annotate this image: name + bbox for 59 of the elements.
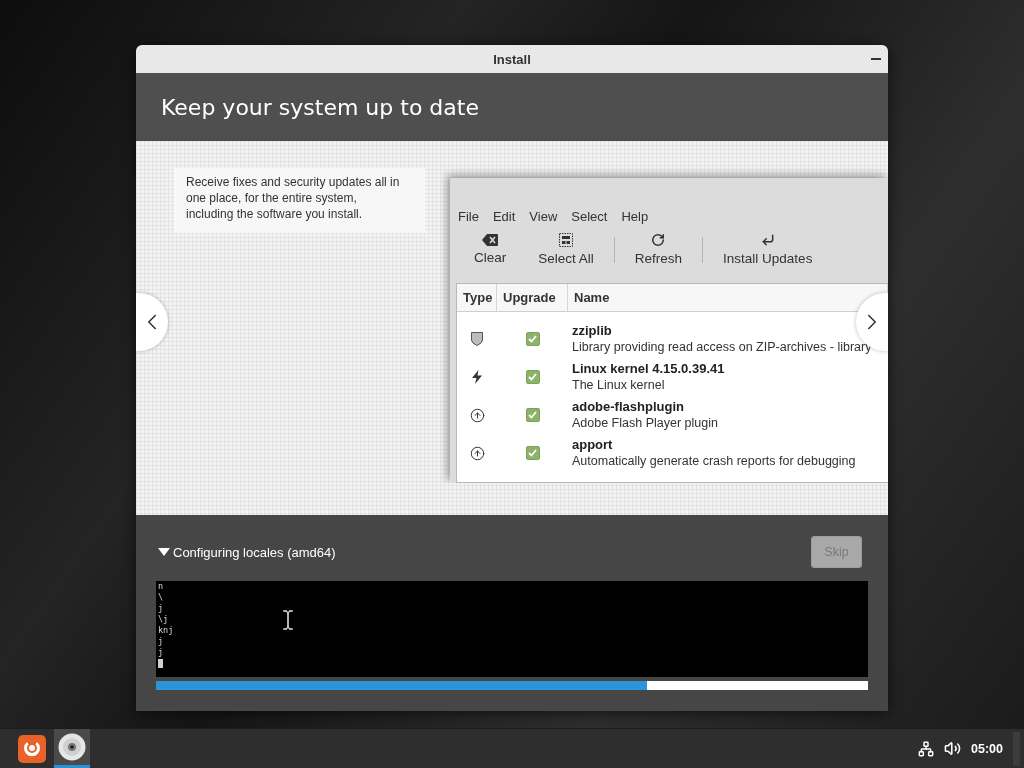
menu-item[interactable]: Edit bbox=[492, 208, 516, 226]
menu-item[interactable]: View bbox=[529, 208, 558, 226]
menu-item[interactable]: File bbox=[458, 208, 479, 226]
app-logo-icon bbox=[18, 734, 46, 763]
text-cursor-icon bbox=[282, 609, 294, 631]
toolbar-button[interactable]: Refresh bbox=[618, 233, 699, 266]
package-description: Adobe Flash Player plugin bbox=[572, 415, 719, 431]
terminal-line: \j bbox=[158, 614, 170, 625]
caret-icon bbox=[158, 548, 170, 556]
terminal-line: j bbox=[158, 603, 165, 614]
check-icon bbox=[528, 335, 537, 343]
lightning-icon bbox=[472, 370, 482, 384]
up-arrow-circle-icon bbox=[469, 445, 485, 461]
window-title: Install bbox=[493, 51, 531, 67]
package-name: Linux kernel 4.15.0.39.41 bbox=[572, 361, 726, 377]
package-description: The Linux kernel bbox=[572, 377, 666, 393]
up-arrow-circle-icon bbox=[469, 407, 485, 423]
package-name: apport bbox=[572, 437, 614, 453]
checkbox[interactable] bbox=[525, 332, 540, 346]
page-title: Keep your system up to date bbox=[161, 94, 479, 120]
terminal-line: j bbox=[158, 636, 165, 647]
terminal-line: j bbox=[158, 647, 165, 658]
disc-icon bbox=[58, 733, 86, 761]
package-description: Automatically generate crash reports for debugging bbox=[572, 453, 857, 469]
toolbar-button[interactable]: Clear bbox=[458, 234, 523, 265]
checkbox[interactable] bbox=[525, 408, 540, 422]
details-expander[interactable]: Configuring locales (amd64) bbox=[156, 544, 336, 560]
column-header: Type bbox=[457, 284, 497, 311]
terminal-line: knj bbox=[158, 625, 175, 636]
volume-button[interactable] bbox=[944, 740, 961, 757]
backspace-icon bbox=[482, 234, 499, 246]
enter-arrow-icon bbox=[760, 233, 775, 247]
toolbar-button[interactable]: Select All bbox=[522, 233, 610, 266]
package-description: Library providing read access on ZIP-archives - library bbox=[572, 339, 873, 355]
menu-item[interactable]: Select bbox=[571, 208, 608, 226]
network-icon bbox=[918, 740, 934, 757]
minimize-icon bbox=[871, 58, 881, 60]
checkbox[interactable] bbox=[525, 446, 540, 460]
menu-item[interactable]: Help bbox=[621, 208, 649, 226]
taskbar-window-button[interactable] bbox=[54, 729, 90, 768]
check-icon bbox=[528, 449, 537, 457]
clock[interactable]: 05:00 bbox=[971, 741, 1003, 756]
package-name: adobe-flashplugin bbox=[572, 399, 685, 415]
column-header: Upgrade bbox=[497, 284, 568, 311]
package-name: zziplib bbox=[572, 323, 613, 339]
check-icon bbox=[528, 411, 537, 419]
volume-icon bbox=[944, 740, 961, 757]
checkbox[interactable] bbox=[525, 370, 540, 384]
terminal-cursor bbox=[158, 659, 163, 668]
refresh-icon bbox=[651, 233, 666, 247]
toolbar-button[interactable]: Install Updates bbox=[707, 233, 829, 266]
select-all-icon bbox=[559, 233, 574, 247]
shield-icon bbox=[471, 332, 483, 346]
start-menu-button[interactable] bbox=[18, 734, 46, 763]
slide-description: Receive fixes and security updates all in one place, for the entire system, including the software you install. bbox=[174, 168, 425, 233]
network-button[interactable] bbox=[918, 740, 934, 757]
terminal-line: \ bbox=[158, 592, 165, 603]
terminal-line: n bbox=[158, 581, 165, 592]
check-icon bbox=[528, 373, 537, 381]
